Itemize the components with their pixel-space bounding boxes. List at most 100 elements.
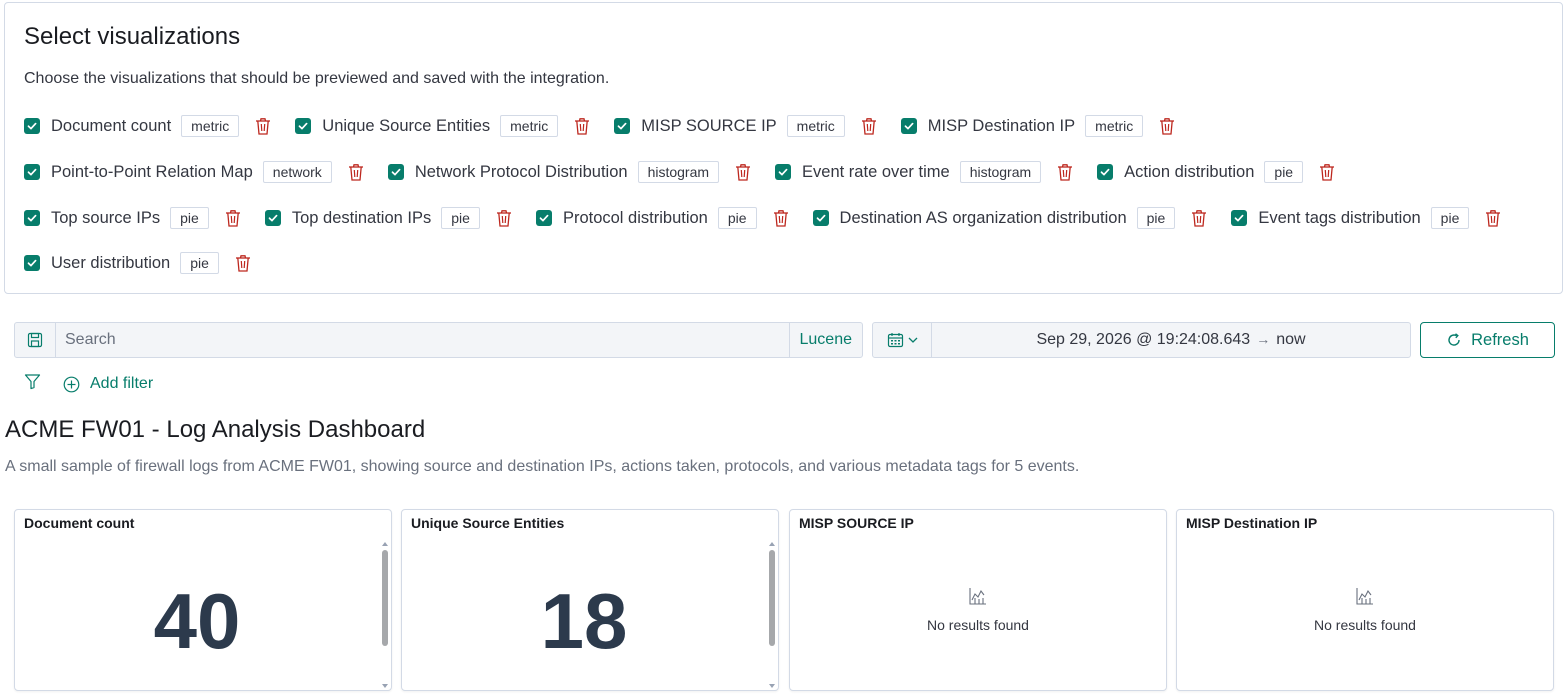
check-icon [27,214,37,222]
metric-value: 40 [153,577,241,665]
visualization-checkbox[interactable] [1097,164,1114,180]
trash-icon [861,117,876,135]
trash-icon [1486,209,1501,227]
card-title: MISP Destination IP [1186,515,1318,531]
visualization-type-badge: histogram [637,161,720,183]
visualization-type-badge: histogram [959,161,1042,183]
visualization-checkbox[interactable] [24,210,40,226]
trash-icon [235,254,250,272]
date-end: now [1276,331,1306,348]
visualization-checkbox[interactable] [24,255,40,271]
visualization-checkbox[interactable] [387,164,404,180]
visualization-label: Event rate over time [802,162,950,181]
visualization-type-badge: pie [441,207,480,229]
delete-visualization-button[interactable] [572,116,592,136]
scrollbar[interactable] [381,540,389,690]
panel-description: Choose the visualizations that should be… [24,70,610,87]
visualization-checkbox[interactable] [264,210,281,226]
visualization-label: Protocol distribution [562,208,708,227]
visualization-item: Top source IPs pie [24,207,243,229]
visualization-item: Action distribution pie [1097,161,1337,183]
visualization-type-badge: pie [180,252,219,274]
visualization-checkbox[interactable] [24,118,40,134]
delete-visualization-button[interactable] [1189,208,1209,228]
visualization-item: Event tags distribution pie [1231,207,1503,229]
scrollbar[interactable] [768,540,776,690]
visualization-checkbox[interactable] [775,164,792,180]
quick-select-button[interactable] [873,323,932,357]
visualization-type-badge: pie [1430,207,1470,229]
visualization-item: Document count metric [24,115,273,137]
refresh-button[interactable]: Refresh [1420,322,1555,358]
check-icon [816,214,825,222]
visualization-checkbox[interactable] [614,118,631,134]
visualization-checkbox[interactable] [1231,210,1248,226]
trash-icon [348,163,363,181]
check-icon [391,168,401,176]
chevron-down-icon [908,337,917,343]
visualization-type-badge: network [262,161,332,183]
delete-visualization-button[interactable] [223,208,243,228]
check-icon [268,214,278,222]
metric-card-document-count: Document count 40 [14,509,392,691]
metric-card-unique-source-entities: Unique Source Entities 18 [401,509,779,691]
visualization-item: User distribution pie [24,252,253,274]
visualization-row: Document count metric Unique Source Entiti… [24,114,1199,138]
delete-visualization-button[interactable] [233,253,253,273]
visualization-label: Point-to-Point Relation Map [51,162,253,181]
filter-options-button[interactable] [24,373,41,395]
visualization-type-badge: metric [1085,115,1144,137]
delete-visualization-button[interactable] [1055,162,1075,182]
visualization-checkbox[interactable] [535,210,552,226]
delete-visualization-button[interactable] [733,162,753,182]
delete-visualization-button[interactable] [1483,208,1503,228]
metric-value: 18 [540,577,628,665]
date-start: Sep 29, 2026 @ 19:24:08.643 [1036,331,1251,348]
query-language-button[interactable]: Lucene [788,323,863,357]
visualization-type-badge: pie [717,207,757,229]
visualization-row: User distribution pie [24,251,275,275]
empty-message: No results found [1314,617,1416,633]
delete-visualization-button[interactable] [859,116,879,136]
check-icon [298,122,308,130]
visualization-item: MISP SOURCE IP metric [614,115,879,137]
visualization-label: Top destination IPs [291,208,432,227]
visualization-item: Top destination IPs pie [264,207,514,229]
empty-message: No results found [927,617,1029,633]
empty-state: No results found [790,586,1166,633]
metric-card-misp-destination-ip: MISP Destination IP No results found [1176,509,1554,691]
check-icon [27,168,37,176]
visualization-checkbox[interactable] [900,118,917,134]
trash-icon [1320,163,1335,181]
date-picker: Sep 29, 2026 @ 19:24:08.643 → now [872,322,1411,358]
panel-title: Select visualizations [24,23,241,50]
delete-visualization-button[interactable] [1317,162,1337,182]
visualization-item: Network Protocol Distribution histogram [387,161,753,183]
delete-visualization-button[interactable] [253,116,273,136]
delete-visualization-button[interactable] [771,208,791,228]
visualization-label: Document count [51,116,172,135]
visualization-label: Unique Source Entities [322,116,491,135]
save-query-button[interactable] [15,323,56,357]
visualization-checkbox[interactable] [24,164,40,180]
save-icon [27,332,43,348]
delete-visualization-button[interactable] [1157,116,1177,136]
check-icon [1234,214,1244,222]
date-range-display[interactable]: Sep 29, 2026 @ 19:24:08.643 → now [932,331,1410,349]
add-filter-button[interactable]: Add filter [63,375,153,393]
select-visualizations-panel: Select visualizations Choose the visuali… [4,2,1563,294]
search-input[interactable] [56,323,789,357]
visualization-checkbox[interactable] [812,210,829,226]
delete-visualization-button[interactable] [346,162,366,182]
visualization-item: MISP Destination IP metric [900,115,1177,137]
visualization-item: Unique Source Entities metric [295,115,592,137]
visualization-checkbox[interactable] [295,118,312,134]
check-icon [904,122,914,130]
visualization-type-badge: pie [1264,161,1304,183]
check-icon [539,214,549,222]
delete-visualization-button[interactable] [494,208,514,228]
visualization-item: Event rate over time histogram [775,161,1075,183]
visualization-type-badge: pie [170,207,209,229]
visualization-label: MISP SOURCE IP [641,116,777,135]
visualization-label: Action distribution [1124,162,1255,181]
